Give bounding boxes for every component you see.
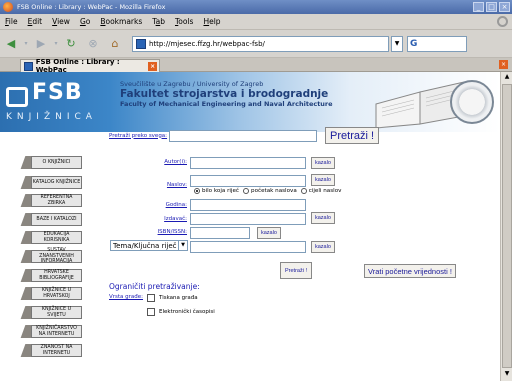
- title-input[interactable]: [190, 175, 306, 187]
- library-label: KNJIŽNICA: [6, 112, 97, 122]
- stop-icon[interactable]: ⊗: [82, 34, 104, 54]
- back-arrow-icon[interactable]: ◀: [0, 34, 22, 54]
- scrollbar-thumb[interactable]: [502, 84, 512, 368]
- topic-input[interactable]: [190, 241, 306, 253]
- header-text: Sveučilište u Zagrebu / University of Za…: [120, 80, 333, 108]
- sidebar-item-referentna[interactable]: REFERENTNA ZBIRKA: [20, 194, 82, 207]
- ejournals-checkbox-row: Elektronički časopisi: [147, 308, 215, 316]
- navigation-toolbar: ◀ ▾ ▶ ▾ ↻ ⊗ ⌂ http://mjesec.ffzg.hr/webp…: [0, 30, 512, 58]
- sidebar-item-sustav[interactable]: SUSTAV ZNANSTVENIH INFORMACIJA: [20, 248, 82, 264]
- site-favicon-icon: [136, 38, 146, 49]
- page-header-banner: FSB KNJIŽNICA Sveučilište u Zagrebu / Un…: [0, 72, 500, 132]
- sidebar-item-edukacija[interactable]: EDUKACIJA KORISNIKA: [20, 231, 82, 244]
- menu-go[interactable]: Go: [75, 17, 95, 26]
- sidebar-item-baze[interactable]: BAZE I KATALOZI: [20, 213, 82, 226]
- search-all-button[interactable]: Pretraži !: [325, 127, 380, 144]
- throbber-icon: [497, 16, 508, 27]
- isbn-label: ISBN/ISSN:: [157, 229, 187, 235]
- printed-checkbox-row: Tiskana građa: [147, 294, 198, 302]
- menu-view[interactable]: View: [47, 17, 75, 26]
- menu-tab[interactable]: Tab: [147, 17, 170, 26]
- title-kazalo-button[interactable]: kazalo: [311, 174, 335, 186]
- title-match-options: bilo koja riječ početak naslova cijeli n…: [190, 188, 341, 194]
- home-icon[interactable]: ⌂: [104, 34, 126, 54]
- radio-cijeli-naslov[interactable]: [300, 188, 307, 194]
- year-input[interactable]: [190, 199, 306, 211]
- dropdown-arrow-icon[interactable]: ▾: [52, 34, 60, 54]
- radio-bilo-koja-rijec[interactable]: [194, 188, 200, 194]
- fsb-logo-mark-icon: [6, 87, 28, 107]
- search-engine-box[interactable]: G: [407, 35, 467, 52]
- university-seal-icon: [450, 80, 494, 124]
- url-text: http://mjesec.ffzg.hr/webpac-fsb/: [149, 39, 265, 48]
- publisher-input[interactable]: [190, 213, 306, 225]
- ejournals-checkbox[interactable]: [147, 308, 155, 316]
- menu-edit[interactable]: Edit: [23, 17, 48, 26]
- author-input[interactable]: [190, 157, 306, 169]
- forward-arrow-icon[interactable]: ▶: [30, 34, 52, 54]
- reload-icon[interactable]: ↻: [60, 34, 82, 54]
- search-all-row: Pretraži preko svega: Pretraži !: [109, 127, 380, 144]
- url-history-dropdown[interactable]: ▼: [391, 35, 403, 52]
- menu-bookmarks[interactable]: Bookmarks: [95, 17, 147, 26]
- menu-help[interactable]: Help: [198, 17, 225, 26]
- google-icon: G: [410, 38, 418, 49]
- sidebar-item-knjiznice-svijetu[interactable]: KNJIŽNICE U SVIJETU: [20, 306, 82, 319]
- chevron-down-icon: ▼: [178, 241, 187, 250]
- fsb-logo: FSB: [6, 80, 83, 107]
- author-label: Autor(i):: [164, 159, 187, 165]
- window-title: FSB Online : Library : WebPac - Mozilla …: [17, 3, 166, 11]
- isbn-input[interactable]: [190, 227, 250, 239]
- printed-checkbox[interactable]: [147, 294, 155, 302]
- page-content: FSB KNJIŽNICA Sveučilište u Zagrebu / Un…: [0, 72, 500, 381]
- publisher-label: Izdavač:: [164, 216, 187, 222]
- sidebar-item-katalog[interactable]: KATALOG KNJIŽNICE: [20, 176, 82, 189]
- publisher-kazalo-button[interactable]: kazalo: [311, 212, 335, 224]
- sidebar-item-o-knjiznici[interactable]: O KNJIŽNICI: [20, 156, 82, 169]
- scroll-down-arrow-icon[interactable]: ▼: [502, 370, 512, 380]
- sidebar-item-hrvatske-bibliografije[interactable]: HRVATSKE BIBLIOGRAFIJE: [20, 269, 82, 282]
- maximize-button[interactable]: □: [486, 2, 497, 12]
- isbn-kazalo-button[interactable]: kazalo: [257, 227, 281, 239]
- scroll-up-arrow-icon[interactable]: ▲: [502, 73, 512, 83]
- vertical-scrollbar[interactable]: ▲ ▼: [500, 72, 512, 381]
- search-submit-button[interactable]: Pretraži !: [280, 262, 313, 279]
- university-line: Sveučilište u Zagrebu / University of Za…: [120, 80, 264, 88]
- search-all-label[interactable]: Pretraži preko svega:: [109, 133, 167, 139]
- close-window-button[interactable]: ×: [499, 2, 510, 12]
- material-type-label[interactable]: Vrsta građe:: [109, 294, 143, 300]
- radio-pocetak-naslova[interactable]: [243, 188, 250, 194]
- sidebar-item-knjiznicarstvo[interactable]: KNJIŽNIČARSTVO NA INTERNETU: [20, 325, 82, 338]
- url-bar[interactable]: http://mjesec.ffzg.hr/webpac-fsb/: [132, 35, 389, 52]
- firefox-icon: [3, 2, 13, 12]
- faculty-name-en: Faculty of Mechanical Engineering and Na…: [120, 100, 333, 108]
- author-kazalo-button[interactable]: kazalo: [311, 157, 335, 169]
- limit-search-heading: Ograničiti pretraživanje:: [109, 282, 200, 291]
- minimize-button[interactable]: _: [473, 2, 484, 12]
- tab-bar: FSB Online : Library : WebPac × ×: [0, 58, 512, 74]
- topic-kazalo-button[interactable]: kazalo: [311, 241, 335, 253]
- sidebar-item-znanost[interactable]: ZNANOST NA INTERNETU: [20, 344, 82, 357]
- tab-fsb-webpac[interactable]: FSB Online : Library : WebPac ×: [20, 58, 160, 74]
- tab-favicon-icon: [24, 61, 33, 71]
- faculty-name-hr: Fakultet strojarstva i brodogradnje: [120, 88, 329, 100]
- close-tab-button[interactable]: ×: [499, 60, 508, 69]
- menu-bar: File Edit View Go Bookmarks Tab Tools He…: [0, 14, 512, 30]
- window-titlebar: FSB Online : Library : WebPac - Mozilla …: [0, 0, 512, 14]
- search-all-input[interactable]: [169, 129, 318, 142]
- title-label: Naslov:: [166, 182, 187, 188]
- sidebar-item-knjiznice-hrvatskoj[interactable]: KNJIŽNICE U HRVATSKOJ: [20, 287, 82, 300]
- topic-select[interactable]: Tema/Ključna riječ ▼: [110, 240, 188, 251]
- menu-file[interactable]: File: [0, 17, 23, 26]
- year-label: Godina:: [165, 202, 187, 208]
- menu-tools[interactable]: Tools: [170, 17, 198, 26]
- dropdown-arrow-icon[interactable]: ▾: [22, 34, 30, 54]
- tab-close-icon[interactable]: ×: [148, 61, 157, 71]
- reset-button[interactable]: Vrati početne vrijednosti !: [364, 264, 456, 278]
